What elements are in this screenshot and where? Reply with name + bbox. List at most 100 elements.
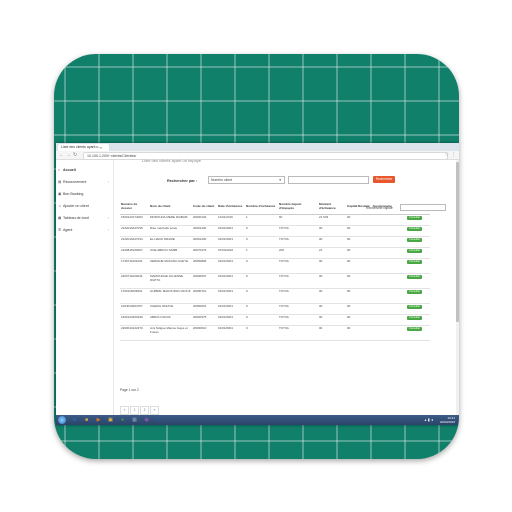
table-cell: 00	[346, 214, 372, 226]
table-cell: Consulter	[406, 303, 430, 315]
table-row: 1004010004767 CHEIKH NDIAYE 20050001 01/…	[120, 303, 430, 315]
column-header[interactable]: Nom du client	[149, 197, 192, 215]
table-cell: Consulter	[406, 214, 430, 226]
table-cell: Consulter	[406, 314, 430, 326]
table-cell: 00	[318, 225, 346, 237]
media-icon[interactable]: ▶	[94, 416, 103, 424]
start-button[interactable]	[58, 416, 66, 424]
calc-icon[interactable]: ▦	[130, 416, 139, 424]
table-cell: 20091400	[192, 225, 217, 237]
table-cell: 1600120400336	[120, 314, 149, 326]
column-header[interactable]: Numéro de dossier	[120, 197, 149, 215]
table-cell: 60	[278, 214, 318, 226]
table-cell: TOTVA	[278, 225, 318, 237]
system-tray-icons[interactable]: ▴ ▮ ◂	[425, 416, 433, 424]
table-cell: 21 533	[318, 214, 346, 226]
table-cell: 20070476	[192, 247, 217, 259]
sidebar-item-accueil[interactable]: ⌂ Accueil	[58, 166, 111, 175]
consult-button[interactable]: Consulter	[407, 249, 423, 253]
consult-button[interactable]: Consulter	[407, 238, 423, 242]
word-icon[interactable]: W	[154, 416, 163, 424]
consult-button[interactable]: Consulter	[407, 260, 423, 264]
sidebar-item-agent[interactable]: ☰ Agent ‹	[58, 226, 111, 235]
forward-icon[interactable]: →	[66, 151, 71, 159]
table-cell	[372, 214, 406, 226]
table-cell: 00	[346, 258, 372, 274]
sidebar-item-tableau-de-bord[interactable]: ▦ Tableau de bord ‹	[58, 214, 111, 223]
table-cell: 11/01/2016	[217, 214, 245, 226]
pagination-page-2[interactable]: 2	[140, 406, 149, 415]
app-screenshot: Liste des clients ayant u... × ← → ↻ 10.…	[56, 143, 459, 425]
table-cell: 01/01/0001	[217, 236, 245, 248]
table-cell: Ami Ndigue Mamou Gaye et Freres	[149, 325, 192, 341]
table-header-row: Numéro de dossier Nom du client Code du …	[120, 197, 430, 215]
table-cell: 20000375	[192, 314, 217, 326]
consult-button[interactable]: Consulter	[407, 216, 423, 220]
back-icon[interactable]: ←	[59, 151, 64, 159]
pagination-page-1[interactable]: 1	[130, 406, 139, 415]
browser-menu-icon[interactable]: ⋮	[451, 151, 456, 159]
explorer-icon[interactable]: ▣	[106, 416, 115, 424]
tab-close-icon[interactable]: ×	[100, 144, 102, 151]
table-cell: 20000010	[192, 325, 217, 341]
page-scrollbar[interactable]	[456, 160, 459, 415]
column-header[interactable]: Nombre d'échéance	[245, 197, 278, 215]
table-cell: 00	[346, 247, 372, 259]
table-cell: 00	[346, 303, 372, 315]
column-header[interactable]: Nombre depuis d'impayés	[278, 197, 318, 215]
bookmark-star-icon[interactable]: ☆	[445, 151, 449, 159]
column-header[interactable]: Capital Restant	[346, 197, 372, 215]
search-type-select[interactable]: Numéro client ▾	[208, 176, 285, 184]
column-header[interactable]: Code du client	[192, 197, 217, 215]
sidebar-item-label: Accueil	[63, 168, 76, 172]
pagination-prev[interactable]: «	[120, 406, 129, 415]
table-cell: TOTVA	[278, 288, 318, 304]
url-input[interactable]: 10.100.1.200/~clients/Clientes/	[83, 152, 448, 160]
consult-button[interactable]: Consulter	[407, 316, 423, 320]
app-icon[interactable]: ◉	[142, 416, 151, 424]
table-cell: 00	[318, 325, 346, 341]
taskbar-clock[interactable]: 10:41 20/04/2016	[440, 416, 455, 424]
table-row: 2100815160007 UOE ABDOU SAMB 20070476 07…	[120, 247, 430, 259]
search-button[interactable]: Rechercher	[373, 176, 395, 183]
consult-button[interactable]: Consulter	[407, 227, 423, 231]
consult-button[interactable]: Consulter	[407, 327, 423, 331]
search-input[interactable]	[288, 176, 369, 184]
sidebar-item-bon-banking[interactable]: ▣ Bon Banking	[58, 190, 111, 199]
table-cell	[372, 236, 406, 248]
table-cell: 2200711020044	[120, 273, 149, 289]
column-header[interactable]: Gestionnaire	[372, 197, 406, 215]
table-cell: EL HADJI DRAME	[149, 236, 192, 248]
table-cell: 01/01/0001	[217, 288, 245, 304]
sidebar-item-recouvrement[interactable]: ▤ Recouvrement ‹	[58, 178, 111, 187]
table-cell: 01/01/0001	[217, 314, 245, 326]
sidebar-item-label: Agent	[63, 228, 73, 232]
table-cell	[372, 325, 406, 341]
table-cell: TOTVA	[278, 314, 318, 326]
table-cell: 00	[318, 258, 346, 274]
table-cell: 20000007	[192, 273, 217, 289]
scrollbar-thumb[interactable]	[456, 162, 459, 322]
consult-button[interactable]: Consulter	[407, 290, 423, 294]
table-cell: TOTVA	[278, 273, 318, 289]
table-cell: GUIBRIL MAKOUDOU DIOUF	[149, 288, 192, 304]
column-header[interactable]: Montant d'échéance	[318, 197, 346, 215]
table-cell: 00	[346, 314, 372, 326]
chevron-left-icon: ‹	[107, 228, 109, 232]
sidebar-item-label: Recouvrement	[63, 180, 87, 184]
table-row: 2200711020044 MAMOUDHE JULIENNE DIATTA 2…	[120, 273, 430, 289]
consult-button[interactable]: Consulter	[407, 305, 423, 309]
table-cell: 07/04/2016	[217, 247, 245, 259]
ie-icon[interactable]: e	[70, 416, 79, 424]
pagination-next[interactable]: »	[150, 406, 159, 415]
folder-icon[interactable]: ■	[82, 416, 91, 424]
table-cell	[372, 225, 406, 237]
sidebar-item-ajouter-client[interactable]: ☺Ajouter un client	[58, 202, 111, 211]
reload-icon[interactable]: ↻	[73, 151, 77, 159]
consult-button[interactable]: Consulter	[407, 275, 423, 279]
column-header[interactable]: Date d'échéance	[217, 197, 245, 215]
table-cell: SERIGNE MAKANA GUEYE	[149, 258, 192, 274]
pagination-info: Page 1 sur 2	[120, 388, 139, 392]
table-cell	[372, 273, 406, 289]
chrome-icon[interactable]: ●	[118, 416, 127, 424]
